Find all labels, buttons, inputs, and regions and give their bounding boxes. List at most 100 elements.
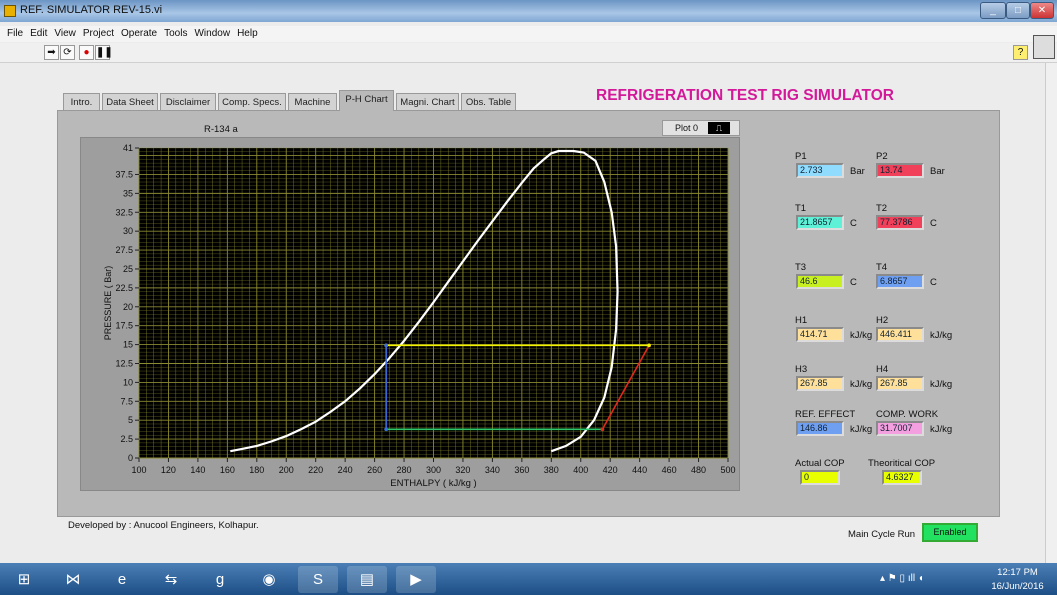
main-cycle-label: Main Cycle Run <box>848 529 916 540</box>
p2-indicator: 13.74 <box>876 163 924 178</box>
x-tick-label: 380 <box>544 465 559 475</box>
comp-work-indicator: 31.7007 <box>876 421 924 436</box>
abort-icon[interactable]: ● <box>79 45 94 60</box>
labview-icon <box>4 5 16 17</box>
t3-label: T3 <box>795 262 807 273</box>
tab-disclaimer[interactable]: Disclaimer <box>160 93 216 111</box>
refrigerant-label: R-134 a <box>204 124 238 135</box>
teamviewer-icon[interactable]: ⇆ <box>151 566 191 593</box>
h2-unit: kJ/kg <box>930 330 953 341</box>
y-tick-label: 2.5 <box>120 434 133 444</box>
clock[interactable]: 12:17 PM 16/Jun/2016 <box>985 567 1050 592</box>
menu-view[interactable]: View <box>54 26 76 42</box>
visual-studio-icon[interactable]: ⋈ <box>53 566 93 593</box>
cycle-point <box>384 427 388 432</box>
y-tick-label: 0 <box>128 453 133 463</box>
h3-unit: kJ/kg <box>850 379 873 390</box>
skype-icon[interactable]: S <box>298 566 338 593</box>
h3-label: H3 <box>795 364 808 375</box>
file-explorer-icon[interactable]: ▤ <box>347 566 387 593</box>
x-tick-label: 300 <box>426 465 441 475</box>
chrome-icon[interactable]: ◉ <box>249 566 289 593</box>
pause-icon[interactable]: ❚❚ <box>95 45 113 60</box>
t4-label: T4 <box>876 262 888 273</box>
run-arrow-icon[interactable]: ➡ <box>44 45 59 60</box>
tab-obs-table[interactable]: Obs. Table <box>461 93 516 111</box>
x-tick-label: 160 <box>220 465 235 475</box>
developer-credit: Developed by : Anucool Engineers, Kolhap… <box>68 520 259 531</box>
cycle-point <box>647 343 651 348</box>
y-tick-label: 15 <box>123 340 133 350</box>
x-tick-label: 120 <box>161 465 176 475</box>
h1-unit: kJ/kg <box>850 330 873 341</box>
h1-indicator: 414.71 <box>796 327 844 342</box>
ref-effect-unit: kJ/kg <box>850 424 873 435</box>
y-tick-label: 37.5 <box>115 169 133 179</box>
comp-work-label: COMP. WORK <box>876 409 939 420</box>
system-tray-icons[interactable]: ▴ ⚑ ▯ ıll ◖ <box>880 573 924 584</box>
taskbar: ⊞ ⋈ e ⇆ g ◉ S ▤ ▶ ▴ ⚑ ▯ ıll ◖ 12:17 PM 16/Jun/201… <box>0 563 1057 595</box>
y-tick-label: 5 <box>128 415 133 425</box>
y-tick-label: 25 <box>123 264 133 274</box>
minimize-button[interactable]: _ <box>980 2 1006 19</box>
menu-window[interactable]: Window <box>194 26 230 42</box>
menu-help[interactable]: Help <box>237 26 258 42</box>
x-tick-label: 480 <box>691 465 706 475</box>
y-tick-label: 10 <box>123 377 133 387</box>
help-icon[interactable]: ? <box>1013 45 1028 60</box>
start-icon[interactable]: ⊞ <box>4 566 44 593</box>
cycle-point <box>384 343 388 348</box>
maximize-button[interactable]: □ <box>1006 2 1030 19</box>
cycle-point <box>600 427 605 432</box>
menu-project[interactable]: Project <box>83 26 114 42</box>
p1-indicator: 2.733 <box>796 163 844 178</box>
x-tick-label: 140 <box>190 465 205 475</box>
y-tick-label: 35 <box>123 188 133 198</box>
x-tick-label: 460 <box>662 465 677 475</box>
menu-edit[interactable]: Edit <box>30 26 47 42</box>
tab-intro[interactable]: Intro. <box>63 93 100 111</box>
tab-machine[interactable]: Machine <box>288 93 337 111</box>
menu-file[interactable]: File <box>7 26 23 42</box>
h4-indicator: 267.85 <box>876 376 924 391</box>
actual-cop-indicator: 0 <box>800 470 840 485</box>
tab-magni-chart[interactable]: Magni. Chart <box>396 93 459 111</box>
legend-label: Plot 0 <box>675 123 699 133</box>
h1-label: H1 <box>795 315 808 326</box>
y-tick-label: 20 <box>123 302 133 312</box>
t4-unit: C <box>930 277 937 288</box>
x-tick-label: 180 <box>249 465 264 475</box>
t1-indicator: 21.8657 <box>796 215 844 230</box>
t1-unit: C <box>850 218 857 229</box>
google-icon[interactable]: g <box>200 566 240 593</box>
ref-effect-label: REF. EFFECT <box>795 409 856 420</box>
x-tick-label: 440 <box>632 465 647 475</box>
ref-effect-indicator: 146.86 <box>796 421 844 436</box>
t3-indicator: 46.6 <box>796 274 844 289</box>
close-button[interactable]: ✕ <box>1030 2 1054 19</box>
run-continuously-icon[interactable]: ⟳ <box>60 45 75 60</box>
menu-operate[interactable]: Operate <box>121 26 157 42</box>
main-cycle-run-button[interactable]: Enabled <box>922 523 978 542</box>
labview-icon[interactable]: ▶ <box>396 566 436 593</box>
y-tick-label: 17.5 <box>115 321 133 331</box>
tab-data-sheet[interactable]: Data Sheet <box>102 93 158 111</box>
p2-label: P2 <box>876 151 888 162</box>
y-tick-label: 7.5 <box>120 396 133 406</box>
x-tick-label: 400 <box>573 465 588 475</box>
plot-legend[interactable]: Plot 0 ⎍ <box>662 120 740 136</box>
clock-date: 16/Jun/2016 <box>991 581 1044 592</box>
tab-comp-specs[interactable]: Comp. Specs. <box>218 93 286 111</box>
internet-explorer-icon[interactable]: e <box>102 566 142 593</box>
x-tick-label: 280 <box>397 465 412 475</box>
x-tick-label: 240 <box>338 465 353 475</box>
t2-label: T2 <box>876 203 888 214</box>
p1-label: P1 <box>795 151 807 162</box>
tab-p-h-chart[interactable]: P-H Chart <box>339 90 394 111</box>
y-tick-label: 12.5 <box>115 358 133 368</box>
h2-indicator: 446.411 <box>876 327 924 342</box>
x-tick-label: 500 <box>720 465 735 475</box>
y-tick-label: 41 <box>123 143 133 153</box>
menu-tools[interactable]: Tools <box>164 26 187 42</box>
vertical-scrollbar[interactable] <box>1045 63 1057 563</box>
